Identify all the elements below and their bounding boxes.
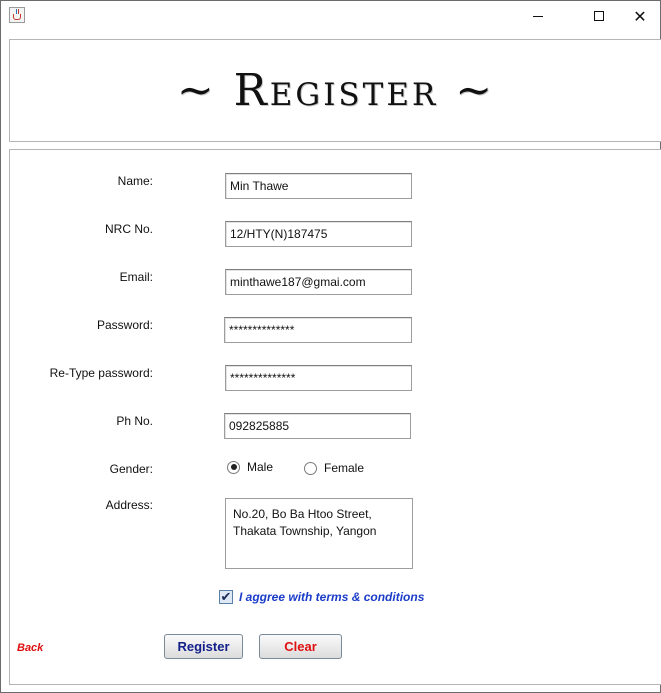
minimize-button[interactable] <box>515 1 561 31</box>
gender-label: Gender: <box>109 462 153 476</box>
title-bar[interactable]: ✕ <box>1 1 660 31</box>
register-window: ✕ ~ Register ~ Name: NRC No. Email: Pass… <box>0 0 661 693</box>
maximize-icon <box>594 11 604 21</box>
register-button[interactable]: Register <box>164 634 243 659</box>
nrc-field[interactable] <box>225 221 412 247</box>
page-title: ~ Register ~ <box>176 65 496 116</box>
name-field[interactable] <box>225 173 412 199</box>
gender-male-label: Male <box>247 460 274 474</box>
registration-form: Name: NRC No. Email: Password: Re-Type p… <box>9 149 661 685</box>
nrc-label: NRC No. <box>104 222 153 236</box>
password-field[interactable] <box>224 317 412 343</box>
address-textarea[interactable]: No.20, Bo Ba Htoo Street, Thakata Townsh… <box>225 498 413 569</box>
radio-selected-icon <box>227 460 240 474</box>
close-button[interactable]: ✕ <box>617 1 661 31</box>
close-icon: ✕ <box>633 6 647 26</box>
phone-field[interactable] <box>224 413 411 439</box>
gender-male-radio[interactable]: Male <box>227 460 273 474</box>
phone-label: Ph No. <box>116 414 153 428</box>
checkbox-checked-icon: ✔ <box>219 589 233 604</box>
email-field[interactable] <box>225 269 412 295</box>
retype-password-label: Re-Type password: <box>49 366 153 380</box>
header-panel: ~ Register ~ <box>9 39 661 142</box>
content-pane: ~ Register ~ Name: NRC No. Email: Passwo… <box>1 31 661 692</box>
maximize-button[interactable] <box>576 1 622 31</box>
terms-checkbox[interactable]: ✔ I aggree with terms & conditions <box>219 590 424 604</box>
phone-input[interactable] <box>229 415 406 437</box>
gender-female-label: Female <box>324 461 365 475</box>
email-input[interactable] <box>230 271 407 293</box>
name-input[interactable] <box>230 175 407 197</box>
nrc-input[interactable] <box>230 223 407 245</box>
email-label: Email: <box>119 270 153 284</box>
minimize-icon <box>533 15 543 17</box>
back-link[interactable]: Back <box>17 642 43 654</box>
name-label: Name: <box>117 174 153 188</box>
password-input[interactable] <box>229 319 407 341</box>
java-cup-icon[interactable] <box>9 7 25 23</box>
password-label: Password: <box>96 318 153 332</box>
clear-button[interactable]: Clear <box>259 634 342 659</box>
retype-password-input[interactable] <box>230 367 407 389</box>
retype-password-field[interactable] <box>225 365 412 391</box>
address-label: Address: <box>105 498 153 512</box>
terms-label: I aggree with terms & conditions <box>239 590 425 604</box>
radio-unselected-icon <box>304 461 317 475</box>
gender-female-radio[interactable]: Female <box>304 461 364 475</box>
